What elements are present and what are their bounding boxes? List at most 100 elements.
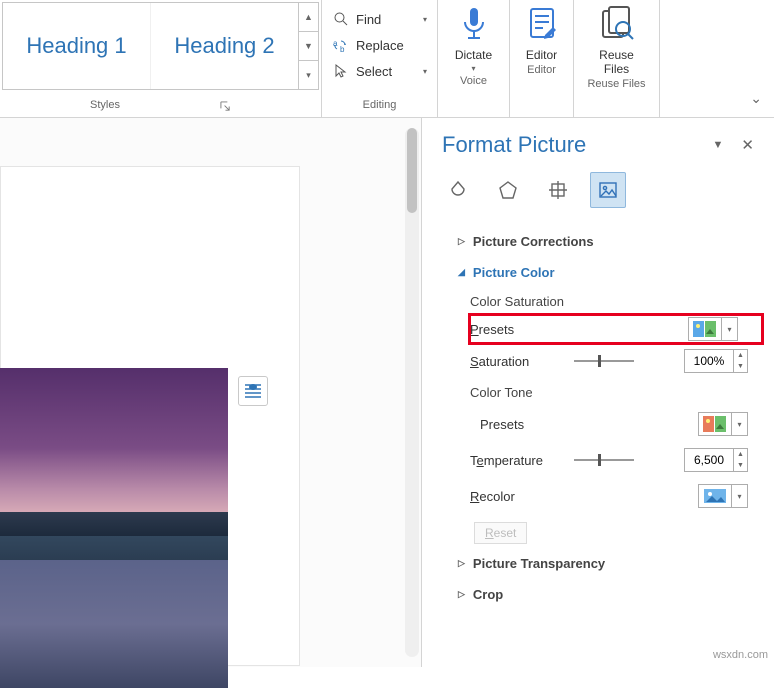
reuse-files-button[interactable]: Reuse Files — [597, 4, 637, 76]
saturation-input[interactable]: ▲▼ — [684, 349, 748, 373]
presets-thumb-icon — [701, 414, 729, 434]
temperature-label: Temperature — [470, 453, 564, 468]
picture-color-body: Color Saturation Presets ▾ Saturation ▲▼ — [458, 288, 768, 548]
styles-expand[interactable]: ▾ — [299, 61, 318, 89]
replace-icon: ab — [332, 36, 350, 54]
reuse-files-group-label: Reuse Files — [587, 76, 645, 94]
dictate-label: Dictate — [455, 46, 492, 62]
styles-scroll-up[interactable]: ▲ — [299, 3, 318, 32]
chevron-down-icon: ▾ — [471, 64, 475, 73]
presets-label: Presets — [470, 322, 564, 337]
saturation-value[interactable] — [685, 350, 733, 372]
workspace: Format Picture ▼ ✕ ▷ Picture Corrections… — [0, 118, 774, 667]
reuse-files-label: Reuse Files — [599, 46, 634, 76]
editor-group-label: Editor — [527, 62, 556, 80]
search-icon — [332, 10, 350, 28]
styles-group: Heading 1 Heading 2 ▲ ▼ ▾ Styles — [0, 0, 322, 117]
style-heading-1[interactable]: Heading 1 — [3, 3, 151, 89]
pane-header: Format Picture ▼ ✕ — [422, 118, 774, 168]
temperature-input[interactable]: ▲▼ — [684, 448, 748, 472]
format-picture-pane: Format Picture ▼ ✕ ▷ Picture Corrections… — [421, 118, 774, 667]
voice-group: Dictate ▾ Voice — [438, 0, 510, 117]
chevron-down-icon: ▾ — [731, 413, 747, 435]
section-picture-color[interactable]: ◢ Picture Color — [458, 257, 768, 288]
document-viewport — [0, 118, 421, 667]
scrollbar-track[interactable] — [405, 128, 419, 657]
ribbon: Heading 1 Heading 2 ▲ ▼ ▾ Styles Find ▾ … — [0, 0, 774, 118]
section-label: Picture Corrections — [473, 234, 594, 249]
selected-picture[interactable] — [0, 368, 228, 688]
reuse-files-icon — [597, 4, 637, 44]
find-label: Find — [356, 12, 381, 27]
find-button[interactable]: Find ▾ — [332, 6, 431, 32]
temperature-slider[interactable] — [574, 459, 634, 461]
tab-picture[interactable] — [590, 172, 626, 208]
temperature-value[interactable] — [685, 449, 733, 471]
saturation-label: Saturation — [470, 354, 564, 369]
section-label: Crop — [473, 587, 503, 602]
section-picture-transparency[interactable]: ▷ Picture Transparency — [458, 548, 768, 579]
section-label: Picture Transparency — [473, 556, 605, 571]
color-tone-heading: Color Tone — [470, 379, 768, 406]
voice-group-label: Voice — [460, 73, 487, 91]
styles-group-label: Styles — [90, 97, 120, 115]
chevron-down-icon: ▾ — [731, 485, 747, 507]
section-picture-corrections[interactable]: ▷ Picture Corrections — [458, 226, 768, 257]
triangle-right-icon: ▷ — [458, 589, 465, 600]
editor-group: Editor Editor — [510, 0, 574, 117]
styles-gallery: Heading 1 Heading 2 ▲ ▼ ▾ — [2, 2, 319, 90]
styles-dialog-launcher-icon[interactable] — [220, 101, 231, 112]
section-crop[interactable]: ▷ Crop — [458, 579, 768, 610]
scrollbar-thumb[interactable] — [407, 128, 417, 213]
pane-title: Format Picture — [442, 132, 699, 158]
saturation-slider[interactable] — [574, 360, 634, 362]
recolor-label: Recolor — [470, 489, 564, 504]
tab-fill-line[interactable] — [440, 172, 476, 208]
recolor-row: Recolor ▾ — [470, 478, 768, 514]
styles-items: Heading 1 Heading 2 — [3, 3, 298, 89]
dictate-button[interactable]: Dictate ▾ — [454, 4, 494, 73]
styles-scroll-down[interactable]: ▼ — [299, 32, 318, 61]
tone-presets-dropdown[interactable]: ▾ — [698, 412, 748, 436]
collapse-ribbon-icon[interactable]: ⌄ — [750, 90, 762, 107]
layout-options-icon — [243, 381, 263, 401]
watermark: wsxdn.com — [713, 649, 768, 661]
saturation-presets-dropdown[interactable]: ▾ — [688, 317, 738, 341]
triangle-right-icon: ▷ — [458, 236, 465, 247]
editor-icon — [522, 4, 562, 44]
replace-button[interactable]: ab Replace — [332, 32, 431, 58]
temperature-row: Temperature ▲▼ — [470, 442, 768, 478]
chevron-down-icon: ▾ — [423, 15, 427, 24]
chevron-down-icon: ▾ — [423, 67, 427, 76]
editor-label: Editor — [526, 46, 557, 62]
picture-content — [0, 368, 228, 688]
section-label: Picture Color — [473, 265, 555, 280]
spin-up[interactable]: ▲ — [734, 449, 747, 460]
cursor-icon — [332, 62, 350, 80]
editing-group: Find ▾ ab Replace Select ▾ Editing — [322, 0, 438, 117]
layout-options-button[interactable] — [238, 376, 268, 406]
triangle-right-icon: ▷ — [458, 558, 465, 569]
recolor-dropdown[interactable]: ▾ — [698, 484, 748, 508]
tab-effects[interactable] — [490, 172, 526, 208]
spin-down[interactable]: ▼ — [734, 460, 747, 471]
recolor-thumb-icon — [701, 486, 729, 506]
reuse-files-group: Reuse Files Reuse Files — [574, 0, 660, 117]
pane-body: ▷ Picture Corrections ◢ Picture Color Co… — [422, 214, 774, 610]
replace-label: Replace — [356, 38, 404, 53]
select-button[interactable]: Select ▾ — [332, 58, 431, 84]
pane-menu-button[interactable]: ▼ — [709, 135, 728, 155]
editor-button[interactable]: Editor — [522, 4, 562, 62]
microphone-icon — [454, 4, 494, 44]
styles-gallery-scroll: ▲ ▼ ▾ — [298, 3, 318, 89]
pane-close-button[interactable]: ✕ — [737, 132, 758, 158]
spin-down[interactable]: ▼ — [734, 361, 747, 372]
tab-layout[interactable] — [540, 172, 576, 208]
saturation-row: Saturation ▲▼ — [470, 343, 768, 379]
color-saturation-heading: Color Saturation — [470, 288, 768, 315]
editing-group-label: Editing — [324, 97, 435, 115]
style-heading-2[interactable]: Heading 2 — [151, 3, 298, 89]
reset-button[interactable]: Reset — [474, 522, 527, 544]
spin-up[interactable]: ▲ — [734, 350, 747, 361]
tone-presets-row: Presets ▾ — [470, 406, 768, 442]
